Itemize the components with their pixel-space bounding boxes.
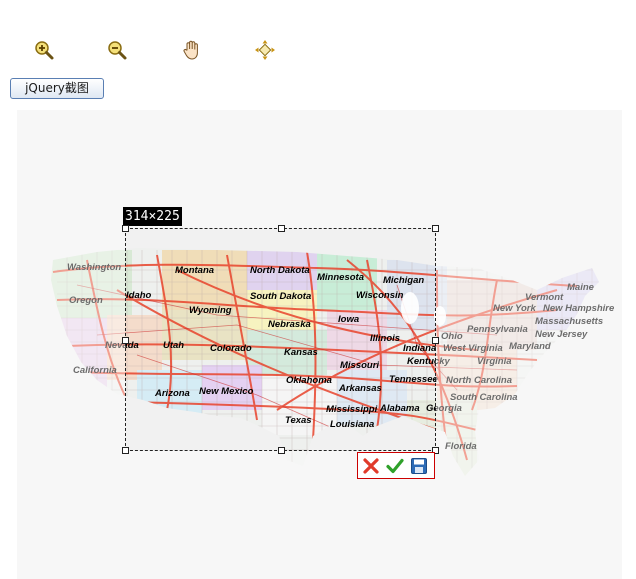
resize-handle-ne[interactable] — [432, 225, 439, 232]
zoom-in-icon[interactable] — [32, 38, 56, 62]
zoom-out-icon[interactable] — [105, 38, 129, 62]
check-icon[interactable] — [386, 457, 404, 475]
resize-handle-nw[interactable] — [122, 225, 129, 232]
selection-size-label: 314×225 — [123, 207, 182, 226]
close-icon[interactable] — [362, 457, 380, 475]
toolbar — [0, 38, 636, 64]
selection-action-bar — [357, 452, 435, 479]
hand-icon[interactable] — [180, 38, 204, 62]
resize-handle-w[interactable] — [122, 337, 129, 344]
image-canvas[interactable]: Washington Montana North Dakota Minnesot… — [17, 110, 622, 579]
resize-handle-s[interactable] — [278, 447, 285, 454]
crop-selection-box[interactable] — [122, 225, 439, 454]
save-icon[interactable] — [410, 457, 428, 475]
resize-handle-n[interactable] — [278, 225, 285, 232]
resize-handle-e[interactable] — [432, 337, 439, 344]
fit-arrows-icon[interactable] — [253, 38, 277, 62]
resize-handle-sw[interactable] — [122, 447, 129, 454]
jquery-crop-button[interactable]: jQuery截图 — [10, 78, 104, 99]
